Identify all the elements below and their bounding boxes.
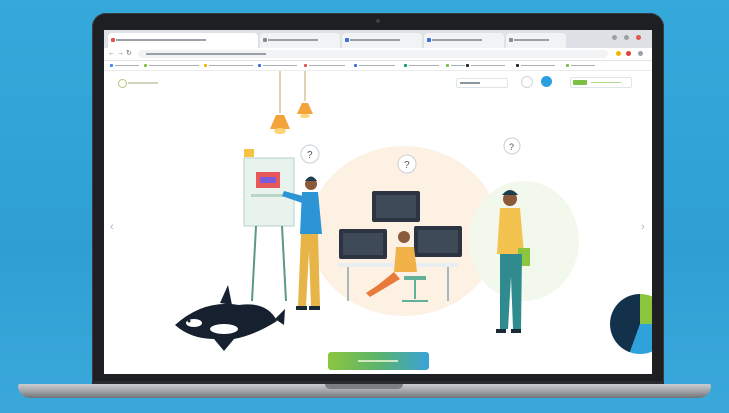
orca-icon [175, 285, 285, 351]
browser-tab-strip [104, 30, 652, 48]
favicon-icon [111, 38, 115, 42]
webcam-icon [376, 19, 380, 23]
background-blob [469, 181, 579, 301]
browser-tab-active[interactable] [108, 33, 258, 48]
address-bar-row: ← → ↻ [104, 48, 652, 61]
close-icon[interactable] [636, 35, 641, 40]
question-bubble-icon: ? ? ? [300, 137, 521, 174]
laptop-screen: ← → ↻ ? ? ? ‹ › [104, 30, 652, 374]
forward-icon[interactable]: → [117, 50, 124, 57]
extension-icon[interactable] [616, 51, 621, 56]
browser-tab[interactable] [424, 33, 504, 48]
browser-tab[interactable] [506, 33, 566, 48]
browser-tab[interactable] [342, 33, 422, 48]
laptop-notch [325, 384, 403, 389]
bookmarks-bar [104, 61, 652, 71]
favicon-icon [427, 38, 431, 42]
minimize-icon[interactable] [612, 35, 617, 40]
presenter-person-icon [282, 176, 322, 310]
browser-tab[interactable] [260, 33, 340, 48]
carousel-prev-icon[interactable]: ‹ [110, 221, 114, 233]
whiteboard-icon [243, 149, 295, 302]
pendant-lamps-icon [270, 71, 313, 134]
url-input[interactable] [138, 50, 608, 58]
maximize-icon[interactable] [624, 35, 629, 40]
back-icon[interactable]: ← [108, 50, 115, 57]
favicon-icon [345, 38, 349, 42]
favicon-icon [509, 38, 513, 42]
svg-text:?: ? [509, 142, 514, 152]
extension-icon[interactable] [626, 51, 631, 56]
carousel-next-icon[interactable]: › [641, 221, 645, 233]
cta-button[interactable] [328, 352, 429, 370]
svg-text:?: ? [404, 160, 410, 171]
reload-icon[interactable]: ↻ [126, 50, 132, 57]
website-page: ? ? ? ‹ › [104, 71, 652, 374]
menu-icon[interactable] [638, 51, 643, 56]
hero-illustration: ? ? ? [175, 71, 579, 351]
favicon-icon [263, 38, 267, 42]
svg-text:?: ? [307, 150, 313, 161]
